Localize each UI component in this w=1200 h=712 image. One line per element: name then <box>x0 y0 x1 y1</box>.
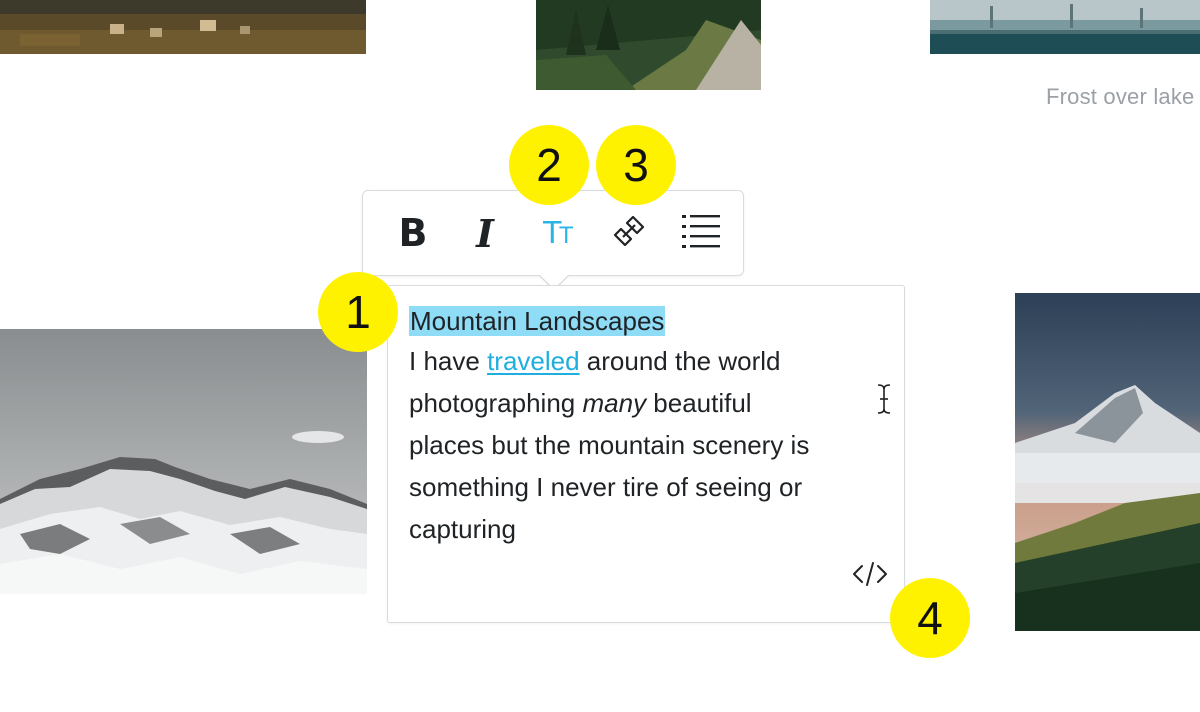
annotation-badge-3: 3 <box>596 125 676 205</box>
line1-before: I have <box>409 346 488 376</box>
text-size-button[interactable]: TT <box>521 205 593 261</box>
unlink-button[interactable] <box>593 205 665 261</box>
mountain-peak-photo[interactable] <box>1015 293 1200 631</box>
editor-line-1: I have traveled around the world <box>409 340 884 382</box>
frost-lake-photo[interactable] <box>930 0 1200 54</box>
editor-heading[interactable]: Mountain Landscapes <box>409 304 884 338</box>
line2-before: photographing <box>409 388 583 418</box>
editor-line-2: photographing many beautiful <box>409 382 884 424</box>
code-view-button[interactable] <box>850 560 890 592</box>
annotation-badge-2: 2 <box>509 125 589 205</box>
annotation-badge-1: 1 <box>318 272 398 352</box>
snowy-mountains-photo[interactable] <box>0 329 367 594</box>
text-size-icon: TT <box>543 215 573 251</box>
forest-path-photo[interactable] <box>536 0 761 90</box>
annotation-badge-4: 4 <box>890 578 970 658</box>
bold-button[interactable]: B <box>377 205 449 261</box>
traveled-link[interactable]: traveled <box>487 346 580 376</box>
rich-text-editor[interactable]: Mountain Landscapes I have traveled arou… <box>387 285 905 623</box>
italic-word: many <box>582 388 647 418</box>
italic-icon: I <box>476 210 494 256</box>
editor-line-4: something I never tire of seeing or <box>409 472 803 502</box>
village-photo[interactable] <box>0 0 366 54</box>
list-icon <box>682 214 720 253</box>
editor-line-3: places but the mountain scenery is <box>409 430 810 460</box>
unlink-icon <box>613 215 645 252</box>
text-size-big: T <box>543 215 561 251</box>
editor-line-5: capturing <box>409 514 516 544</box>
code-icon <box>852 560 888 593</box>
list-button[interactable] <box>665 205 737 261</box>
photo-caption: Frost over lake <box>1046 84 1195 109</box>
bold-icon: B <box>398 211 428 255</box>
italic-button[interactable]: I <box>449 205 521 261</box>
text-size-small: T <box>559 223 573 249</box>
selected-heading-text[interactable]: Mountain Landscapes <box>409 306 666 336</box>
line2-after: beautiful <box>646 388 752 418</box>
line1-after: around the world <box>579 346 781 376</box>
text-cursor-icon <box>875 383 893 415</box>
